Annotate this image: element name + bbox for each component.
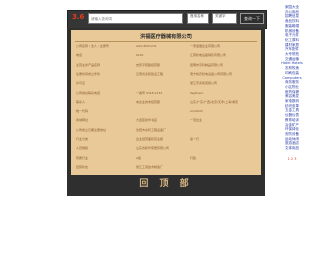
company-field: 商城网址	[76, 118, 89, 123]
sidebar-category-link[interactable]: 文体用品	[272, 146, 312, 151]
company-field: 统一代码	[76, 109, 89, 114]
search-input[interactable]	[88, 13, 183, 24]
company-field[interactable]: 江南机电设备销售有限公司	[190, 53, 226, 57]
company-field: 许可证	[76, 81, 86, 86]
company-field[interactable]: TagPoem	[190, 91, 203, 95]
company-field: 浙江工贸技术制造厂	[136, 164, 164, 169]
company-field: 经营状态	[76, 164, 89, 169]
company-field: 公司地址联系电话	[76, 90, 101, 95]
company-field: 山东省新华家居有限公司	[136, 146, 170, 151]
company-field[interactable]: 浙江乐泰和贸易公司	[190, 81, 217, 85]
back-to-top[interactable]: 回 顶 部	[67, 176, 265, 189]
name-field[interactable]: 首用名称	[187, 13, 209, 24]
company-field: 沈阳市水利工程设备厂	[136, 127, 167, 132]
company-field[interactable]: 行政	[190, 156, 196, 160]
company-card: 洪福医疗器械有限公司 公司名称 / 法人 / 注册号 AG0-8001231 一带发…	[67, 28, 265, 196]
company-info-panel: 洪福医疗器械有限公司 公司名称 / 法人 / 注册号 AG0-8001231 一带发…	[71, 30, 261, 175]
title-divider	[75, 41, 257, 42]
company-field[interactable]: 一带发展企业有限公司	[190, 44, 220, 48]
company-field: 电话	[76, 53, 83, 58]
company-field[interactable]: 第一行	[190, 137, 199, 141]
company-field[interactable]: 一流企业	[190, 118, 202, 122]
company-field[interactable]: 山东/广东/广西/北京/天津/上海/重庆	[190, 100, 238, 104]
search-toolbar: 3.6 首用名称 关键字 查询一下	[67, 10, 267, 29]
company-field: 人员规模	[76, 146, 89, 151]
company-field: 联系人	[76, 99, 86, 104]
company-field[interactable]: eco0022	[190, 109, 203, 113]
company-field: 一番号 0318-2134	[136, 90, 163, 95]
company-field: 吉安平阳路经营部	[136, 62, 161, 67]
company-field: 行业分类	[76, 137, 89, 141]
company-field: 大连区新华书店	[136, 118, 158, 123]
company-field: 企业经营面积营业额	[136, 137, 164, 141]
company-field[interactable]: 昆明市平科制品有限公司	[190, 63, 223, 67]
sidebar-pagination[interactable]: 1 2 3	[272, 157, 312, 162]
company-field: 0201	[136, 53, 144, 58]
company-field: 注册时间成立年份	[76, 71, 101, 76]
company-field: 主营业务产品名称	[76, 62, 101, 67]
company-field: AG0-8001231	[136, 44, 157, 48]
category-links: 家园大全 办公用品 招聘信息 食品饮料 服装鞋帽 机械设备 电子元件 化工原料 建材家居 汽车配件…	[272, 5, 312, 151]
company-field: 公司名称 / 法人 / 注册号	[76, 44, 109, 48]
query-button[interactable]: 查询一下	[240, 13, 264, 24]
company-field: 云南省泰和建设工程	[136, 71, 164, 76]
company-field: 所属行业	[76, 155, 89, 160]
keyword-field[interactable]: 关键字	[212, 13, 237, 24]
company-field: 公司成立日期注册地址	[76, 127, 107, 132]
company-title: 洪福医疗器械有限公司	[140, 34, 192, 40]
category-sidebar: 家园大全 办公用品 招聘信息 食品饮料 服装鞋帽 机械设备 电子元件 化工原料 建材家居 汽车配件…	[272, 5, 312, 162]
company-field: A级	[136, 155, 142, 160]
company-field[interactable]: 南宁新农机电设备公司有限公司	[190, 72, 232, 76]
company-field: 本企业的未经营部	[136, 99, 161, 104]
site-logo[interactable]: 3.6	[72, 13, 84, 21]
